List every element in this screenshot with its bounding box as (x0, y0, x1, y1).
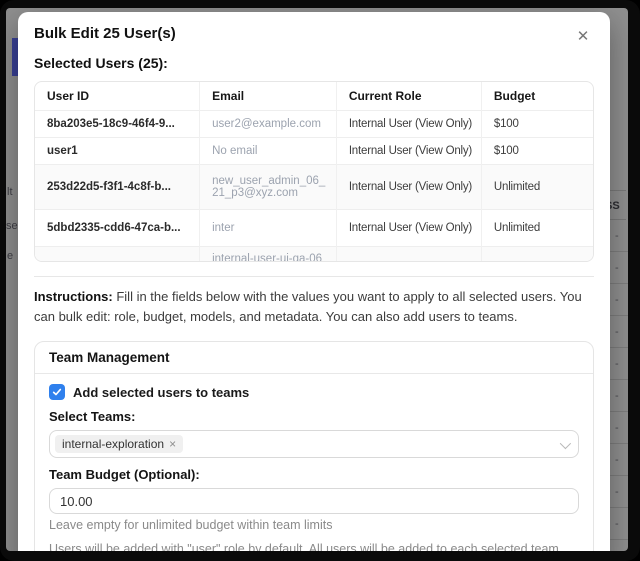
team-management-card: Team Management Add selected users to te… (34, 341, 594, 551)
background-table-strip: SS - - - - - - - - - - (607, 8, 628, 551)
background-cell: - (607, 220, 628, 252)
background-cell: - (607, 316, 628, 348)
modal-title: Bulk Edit 25 User(s) (34, 25, 594, 42)
background-cell: - (607, 348, 628, 380)
column-header-email: Email (200, 82, 337, 111)
screenshot-frame: lt se e SS - - - - - - - - - - Bulk Edit… (0, 0, 640, 561)
table-row: user1 No email Internal User (View Only)… (35, 138, 593, 165)
background-cell: - (607, 284, 628, 316)
background-text-fragment: lt (7, 186, 13, 198)
selected-users-table: User ID Email Current Role Budget 8ba203… (34, 81, 594, 262)
cell-role: Internal User (View Only) (336, 111, 481, 138)
column-header-budget: Budget (481, 82, 593, 111)
cell-budget: Unlimited (481, 165, 593, 210)
add-users-to-teams-row: Add selected users to teams (49, 384, 579, 400)
cell-user-id: 253d22d5-f3f1-4c8f-b... (35, 165, 200, 210)
table-header-row: User ID Email Current Role Budget (35, 82, 593, 111)
table-row: 253d22d5-f3f1-4c8f-b... new_user_admin_0… (35, 165, 593, 210)
cell-budget: Unlimited (481, 210, 593, 247)
remove-tag-icon[interactable]: × (169, 437, 176, 451)
section-divider (34, 276, 594, 277)
selected-users-label: Selected Users (25): (34, 55, 594, 71)
background-cell: - (607, 252, 628, 284)
instructions-text: Instructions: Fill in the fields below w… (34, 287, 594, 327)
background-text-fragment: e (7, 250, 13, 262)
background-cell: - (607, 444, 628, 476)
dimmed-backdrop: lt se e SS - - - - - - - - - - Bulk Edit… (6, 8, 628, 551)
team-management-title: Team Management (35, 342, 593, 374)
selected-team-tag-label: internal-exploration (62, 437, 164, 451)
background-cell: - (607, 380, 628, 412)
teams-multiselect[interactable]: internal-exploration × (49, 430, 579, 458)
bulk-edit-modal: Bulk Edit 25 User(s) ✕ Selected Users (2… (18, 12, 610, 551)
add-users-checkbox-label: Add selected users to teams (73, 385, 249, 400)
close-icon[interactable]: ✕ (572, 26, 594, 48)
cell-email: new_user_admin_06_21_p3@xyz.com (200, 165, 337, 210)
column-header-user-id: User ID (35, 82, 200, 111)
background-cell: - (607, 508, 628, 540)
column-header-current-role: Current Role (336, 82, 481, 111)
cell-role (336, 247, 481, 263)
team-budget-input[interactable] (49, 488, 579, 514)
table-row: 8ba203e5-18c9-46f4-9... user2@example.co… (35, 111, 593, 138)
instructions-label: Instructions: (34, 289, 113, 304)
background-cell: - (607, 476, 628, 508)
table-row: 5dbd2335-cdd6-47ca-b... inter Internal U… (35, 210, 593, 247)
team-management-body: Add selected users to teams Select Teams… (35, 374, 593, 551)
cell-role: Internal User (View Only) (336, 138, 481, 165)
checkmark-icon (52, 387, 62, 397)
cell-budget: $100 (481, 111, 593, 138)
cell-role: Internal User (View Only) (336, 165, 481, 210)
cell-email: No email (200, 138, 337, 165)
team-role-note: Users will be added with "user" role by … (49, 542, 579, 551)
chevron-down-icon (560, 438, 571, 449)
budget-help-text: Leave empty for unlimited budget within … (49, 518, 579, 532)
cell-user-id: 5dbd2335-cdd6-47ca-b... (35, 210, 200, 247)
instructions-body: Fill in the fields below with the values… (34, 289, 582, 324)
table-row: internal-user-ui-qa-06-28- (35, 247, 593, 263)
background-cell: - (607, 412, 628, 444)
cell-user-id: 8ba203e5-18c9-46f4-9... (35, 111, 200, 138)
cell-user-id (35, 247, 200, 263)
add-users-checkbox[interactable] (49, 384, 65, 400)
cell-budget (481, 247, 593, 263)
cell-user-id: user1 (35, 138, 200, 165)
cell-email: user2@example.com (200, 111, 337, 138)
select-teams-label: Select Teams: (49, 409, 579, 424)
team-budget-label: Team Budget (Optional): (49, 467, 579, 482)
selected-team-tag: internal-exploration × (55, 435, 183, 453)
cell-email: internal-user-ui-qa-06-28- (200, 247, 337, 263)
background-text-fragment: se (6, 220, 18, 232)
cell-budget: $100 (481, 138, 593, 165)
cell-email: inter (200, 210, 337, 247)
cell-role: Internal User (View Only) (336, 210, 481, 247)
